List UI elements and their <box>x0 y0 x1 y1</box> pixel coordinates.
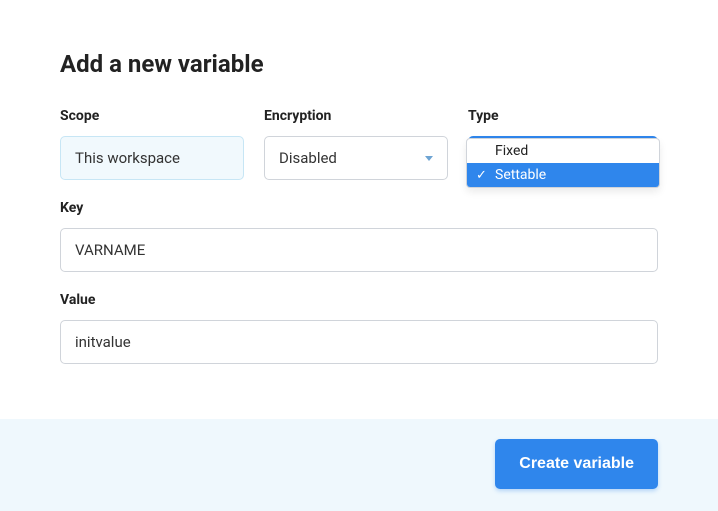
type-option-settable-label: Settable <box>495 167 546 183</box>
value-label: Value <box>60 292 658 308</box>
type-label: Type <box>468 108 658 124</box>
type-dropdown: Fixed Settable <box>466 138 660 188</box>
value-input[interactable] <box>60 320 658 364</box>
value-field: Value <box>60 292 658 364</box>
key-field: Key <box>60 200 658 272</box>
encryption-field: Encryption Disabled <box>264 108 448 180</box>
type-option-fixed-label: Fixed <box>495 143 528 159</box>
key-input[interactable] <box>60 228 658 272</box>
type-option-settable[interactable]: Settable <box>467 163 659 187</box>
create-variable-button[interactable]: Create variable <box>495 439 658 489</box>
encryption-label: Encryption <box>264 108 448 124</box>
scope-field: Scope This workspace <box>60 108 244 180</box>
type-field: Type Fixed Settable <box>468 108 658 180</box>
type-option-fixed[interactable]: Fixed <box>467 139 659 163</box>
chevron-down-icon <box>425 156 433 161</box>
footer-bar: Create variable <box>0 419 718 511</box>
key-label: Key <box>60 200 658 216</box>
page-title: Add a new variable <box>60 50 658 78</box>
encryption-select[interactable]: Disabled <box>264 136 448 180</box>
scope-label: Scope <box>60 108 244 124</box>
scope-select[interactable]: This workspace <box>60 136 244 180</box>
encryption-value: Disabled <box>279 149 337 167</box>
scope-value: This workspace <box>75 149 180 167</box>
